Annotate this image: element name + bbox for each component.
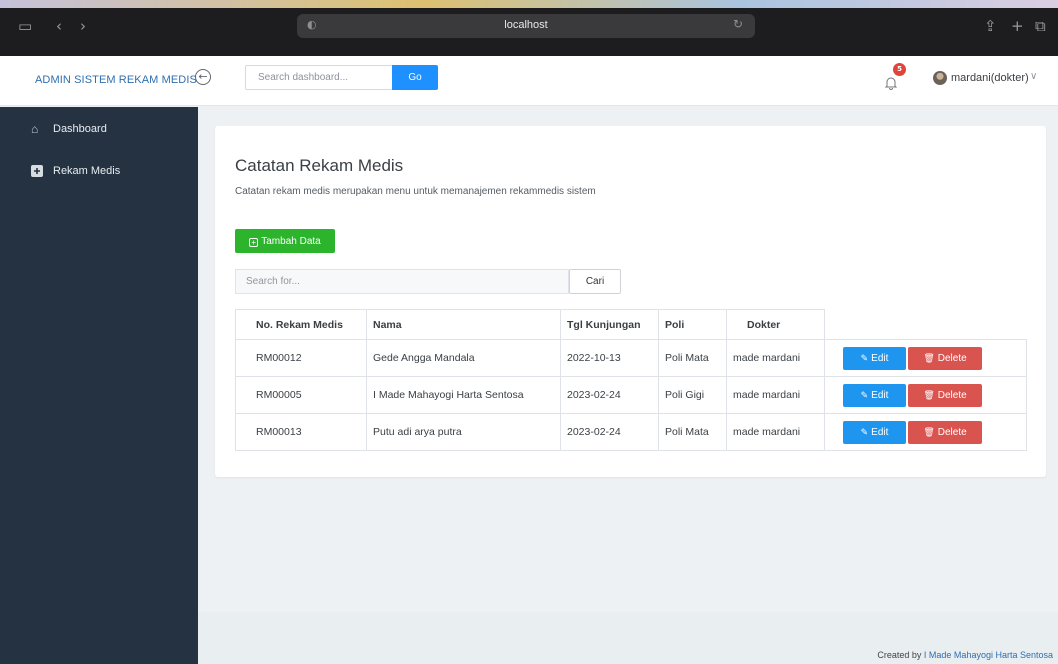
go-button[interactable]: Go [392, 65, 438, 90]
trash-icon: 🗑 [923, 352, 935, 363]
delete-label: Delete [937, 389, 967, 401]
column-header: Poli [658, 309, 727, 340]
notification-badge: 5 [893, 63, 906, 76]
table-row: RM00013 Putu adi arya putra 2023-02-24 P… [235, 413, 1027, 451]
sidebar-item-label: Dashboard [53, 123, 107, 135]
records-table: No. Rekam Medis Nama Tgl Kunjungan Poli … [235, 309, 1027, 451]
cell-tgl: 2023-02-24 [560, 376, 659, 414]
delete-label: Delete [937, 426, 967, 438]
cell-nama: I Made Mahayogi Harta Sentosa [366, 376, 561, 414]
cell-poli: Poli Mata [658, 413, 727, 451]
record-search-input[interactable] [235, 269, 569, 294]
plus-square-icon [31, 165, 43, 177]
sidebar-item-dashboard[interactable]: ⌂ Dashboard [0, 119, 198, 149]
cell-actions: ✎ Edit 🗑 Delete [824, 376, 1027, 414]
page-description: Catatan rekam medis merupakan menu untuk… [235, 186, 596, 197]
search-button[interactable]: Cari [569, 269, 621, 294]
cell-tgl: 2023-02-24 [560, 413, 659, 451]
cell-actions: ✎ Edit 🗑 Delete [824, 339, 1027, 377]
cell-no: RM00005 [235, 376, 367, 414]
column-header: Dokter [726, 309, 825, 340]
page-title: Catatan Rekam Medis [235, 156, 404, 175]
delete-button[interactable]: 🗑 Delete [908, 383, 982, 407]
cell-poli: Poli Gigi [658, 376, 727, 414]
footer: Created by I Made Mahayogi Harta Sentosa [198, 612, 1058, 664]
trash-icon: 🗑 [923, 426, 935, 437]
forward-icon[interactable]: › [80, 17, 86, 35]
url-text: localhost [504, 19, 548, 31]
cell-no: RM00012 [235, 339, 367, 377]
share-icon[interactable]: ⇪ [984, 17, 997, 35]
cell-nama: Putu adi arya putra [366, 413, 561, 451]
pencil-icon: ✎ [860, 426, 869, 437]
sidebar-toggle-icon[interactable]: ← [195, 69, 211, 85]
address-bar[interactable]: ◐ localhost ↻ [297, 14, 755, 38]
browser-top-strip [0, 0, 1058, 8]
cell-dokter: made mardani [726, 339, 825, 377]
cell-dokter: made mardani [726, 376, 825, 414]
sidebar: ⌂ Dashboard Rekam Medis [0, 107, 198, 664]
edit-button[interactable]: ✎ Edit [843, 420, 906, 444]
edit-label: Edit [871, 426, 889, 438]
app-header: ADMIN SISTEM REKAM MEDIS ← Go 5 mardani(… [0, 56, 1058, 106]
edit-button[interactable]: ✎ Edit [843, 346, 906, 370]
cell-no: RM00013 [235, 413, 367, 451]
trash-icon: 🗑 [923, 389, 935, 400]
author-link[interactable]: I Made Mahayogi Harta Sentosa [924, 650, 1053, 660]
footer-prefix: Created by [877, 650, 924, 660]
cell-actions: ✎ Edit 🗑 Delete [824, 413, 1027, 451]
add-data-label: Tambah Data [261, 235, 321, 247]
table-row: RM00012 Gede Angga Mandala 2022-10-13 Po… [235, 339, 1027, 377]
column-header: No. Rekam Medis [235, 309, 367, 340]
add-data-button[interactable]: + Tambah Data [235, 229, 335, 253]
tabs-icon[interactable]: ⧉ [1035, 17, 1046, 35]
delete-label: Delete [937, 352, 967, 364]
cell-nama: Gede Angga Mandala [366, 339, 561, 377]
bell-icon[interactable] [884, 76, 898, 90]
table-row: RM00005 I Made Mahayogi Harta Sentosa 20… [235, 376, 1027, 414]
edit-label: Edit [871, 352, 889, 364]
column-header: Nama [366, 309, 561, 340]
edit-button[interactable]: ✎ Edit [843, 383, 906, 407]
user-name[interactable]: mardani(dokter) [951, 72, 1029, 84]
edit-label: Edit [871, 389, 889, 401]
sidebar-item-label: Rekam Medis [53, 165, 121, 177]
column-header: Tgl Kunjungan [560, 309, 659, 340]
cell-dokter: made mardani [726, 413, 825, 451]
brand-title[interactable]: ADMIN SISTEM REKAM MEDIS [35, 74, 197, 86]
cell-poli: Poli Mata [658, 339, 727, 377]
pencil-icon: ✎ [860, 389, 869, 400]
back-icon[interactable]: ‹ [56, 17, 62, 35]
sidebar-icon[interactable]: ▭ [18, 17, 32, 35]
avatar[interactable] [933, 71, 947, 85]
home-icon: ⌂ [31, 122, 39, 136]
new-tab-icon[interactable]: + [1011, 17, 1024, 35]
dashboard-search-input[interactable] [245, 65, 393, 90]
plus-icon: + [249, 237, 259, 247]
footer-credit: Created by I Made Mahayogi Harta Sentosa [877, 650, 1053, 660]
chevron-down-icon[interactable]: ∨ [1030, 71, 1037, 82]
table-header-row: No. Rekam Medis Nama Tgl Kunjungan Poli … [235, 309, 1027, 340]
sidebar-item-rekam-medis[interactable]: Rekam Medis [0, 161, 198, 191]
records-card: Catatan Rekam Medis Catatan rekam medis … [215, 126, 1046, 477]
cell-tgl: 2022-10-13 [560, 339, 659, 377]
delete-button[interactable]: 🗑 Delete [908, 346, 982, 370]
delete-button[interactable]: 🗑 Delete [908, 420, 982, 444]
browser-toolbar: ▭ ‹ › ◐ localhost ↻ ⇪ + ⧉ [0, 0, 1058, 56]
pencil-icon: ✎ [860, 352, 869, 363]
reload-icon[interactable]: ↻ [733, 17, 743, 31]
actions-header [824, 309, 1027, 340]
